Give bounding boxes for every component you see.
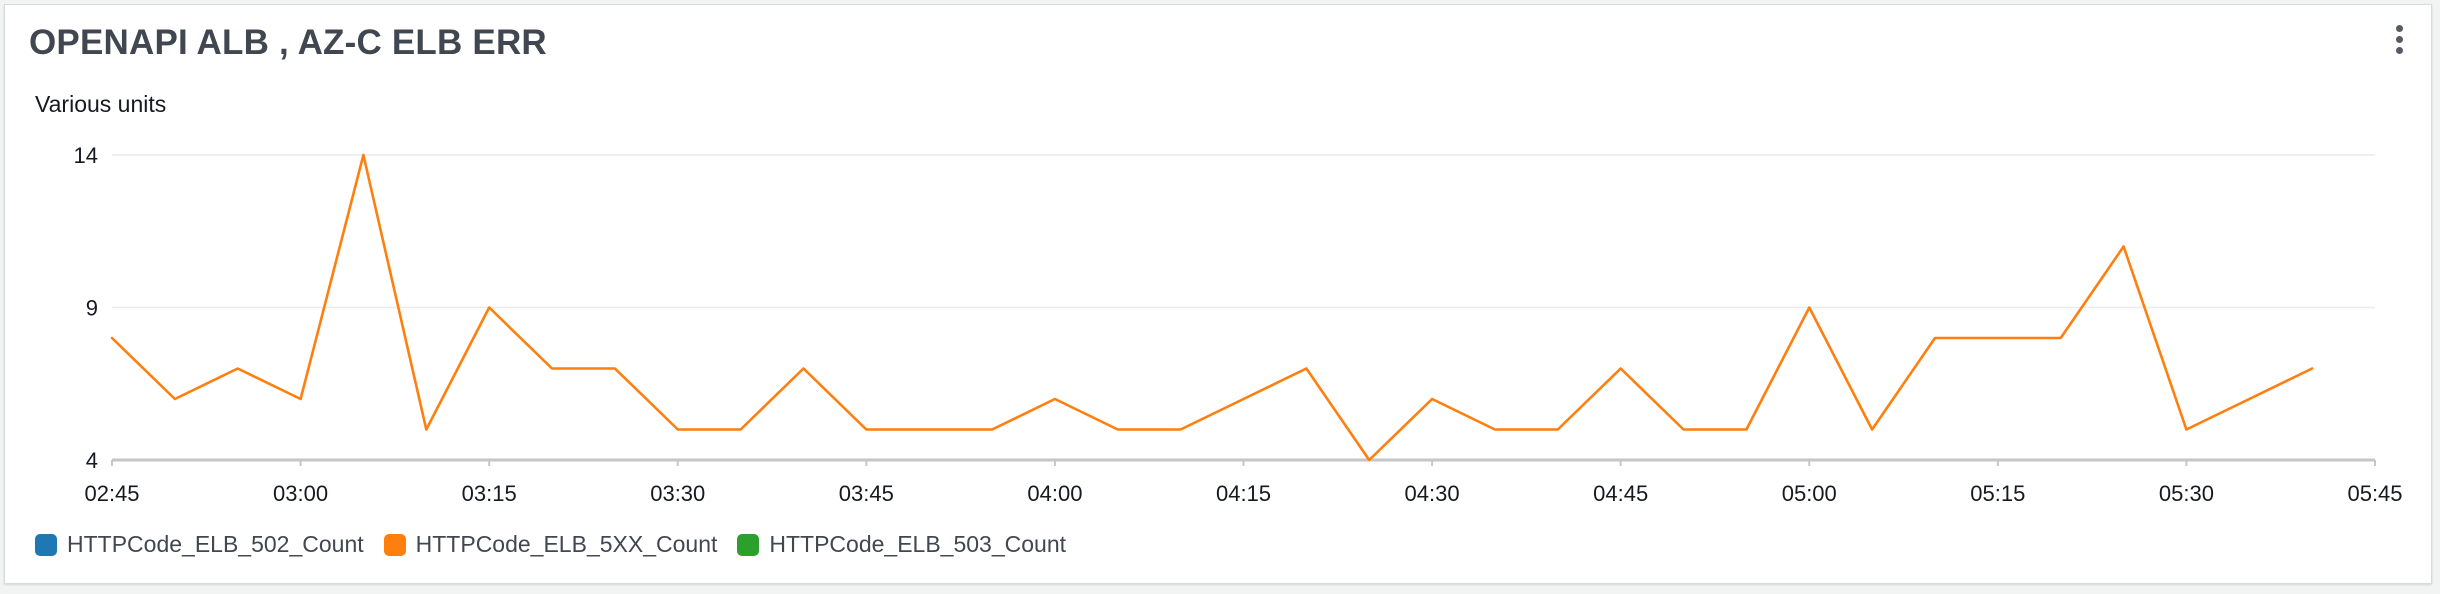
x-tick-label: 04:30: [1405, 481, 1460, 506]
x-tick-label: 04:15: [1216, 481, 1271, 506]
x-tick-label: 04:45: [1593, 481, 1648, 506]
x-tick-label: 03:45: [839, 481, 894, 506]
legend-item[interactable]: HTTPCode_ELB_502_Count: [35, 531, 364, 558]
dashboard-widget: OPENAPI ALB , AZ-C ELB ERR Various units…: [4, 4, 2432, 584]
line-chart: 4 9 14 02:45 03:00 03:15 03:30 03:45 04:00 04:15 0…: [74, 143, 2403, 506]
x-tick-label: 03:30: [650, 481, 705, 506]
x-tick-label: 03:00: [273, 481, 328, 506]
legend-label: HTTPCode_ELB_5XX_Count: [415, 531, 718, 557]
chart-legend: HTTPCode_ELB_502_Count HTTPCode_ELB_5XX_C…: [35, 531, 1086, 558]
x-tick-label: 05:45: [2347, 481, 2402, 506]
legend-label: HTTPCode_ELB_502_Count: [67, 531, 364, 557]
x-tick-label: 04:00: [1027, 481, 1082, 506]
legend-item[interactable]: HTTPCode_ELB_5XX_Count: [383, 531, 718, 558]
x-tick-label: 03:15: [462, 481, 517, 506]
y-tick-label: 14: [74, 143, 98, 168]
legend-swatch: [35, 533, 57, 556]
legend-swatch: [737, 533, 760, 556]
x-tick-label: 05:30: [2159, 481, 2214, 506]
legend-swatch: [383, 533, 406, 556]
x-tick-label: 05:15: [1970, 481, 2025, 506]
y-tick-label: 9: [86, 296, 98, 321]
x-tick-label: 05:00: [1782, 481, 1837, 506]
legend-item[interactable]: HTTPCode_ELB_503_Count: [737, 531, 1066, 558]
y-tick-label: 4: [86, 448, 98, 473]
x-tick-label: 02:45: [84, 481, 139, 506]
legend-label: HTTPCode_ELB_503_Count: [769, 531, 1067, 557]
